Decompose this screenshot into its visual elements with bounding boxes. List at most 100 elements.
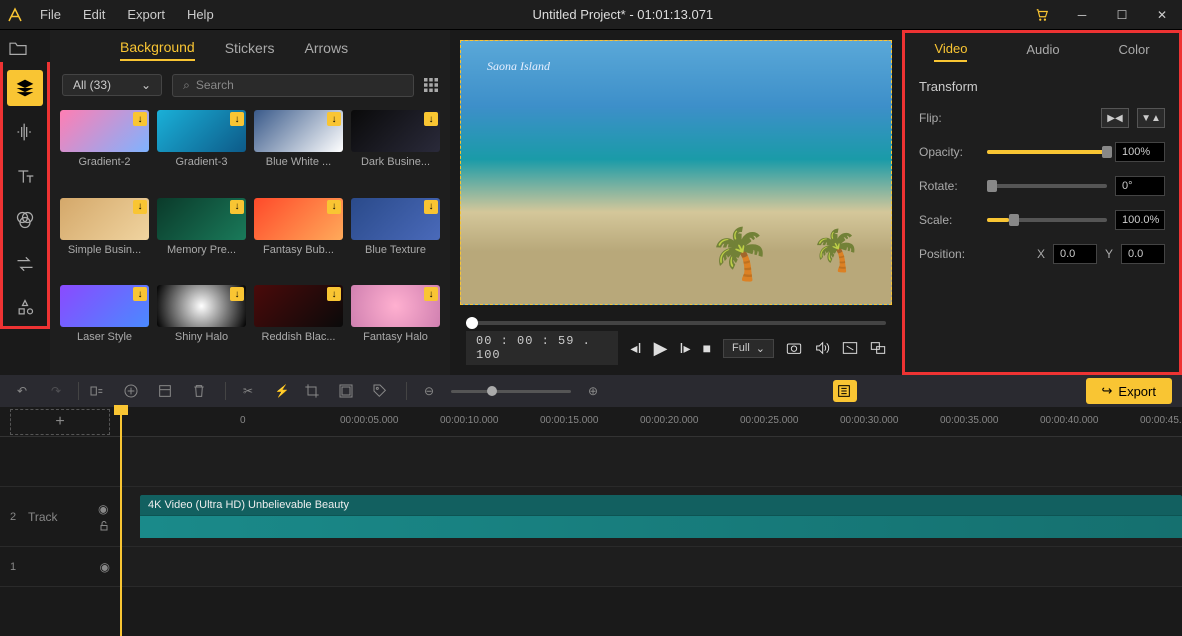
volume-icon[interactable] <box>814 341 830 355</box>
asset-item[interactable]: ↓Blue White ... <box>254 110 343 190</box>
tab-arrows[interactable]: Arrows <box>305 40 349 60</box>
ruler-tick: 00:00:15.000 <box>540 415 598 426</box>
track-content[interactable]: 4K Video (Ultra HD) Unbelievable Beauty <box>120 487 1182 546</box>
zoom-slider[interactable] <box>451 390 571 393</box>
folder-icon[interactable] <box>0 30 36 66</box>
left-rail <box>0 62 50 329</box>
prop-tab-video[interactable]: Video <box>934 41 967 62</box>
tool-settings[interactable] <box>833 380 857 402</box>
timeline-ruler[interactable]: 000:00:05.00000:00:10.00000:00:15.00000:… <box>240 407 1182 436</box>
text-icon[interactable] <box>7 158 43 194</box>
opacity-slider[interactable] <box>987 150 1107 154</box>
zoom-in-button[interactable]: ⊕ <box>581 384 605 398</box>
search-input[interactable]: ⌕ Search <box>172 74 414 97</box>
add-button[interactable] <box>123 383 147 399</box>
ruler-tick: 00:00:05.000 <box>340 415 398 426</box>
redo-button[interactable]: ↷ <box>44 384 68 398</box>
clip-label: 4K Video (Ultra HD) Unbelievable Beauty <box>140 495 1182 515</box>
asset-item[interactable]: ↓Fantasy Halo <box>351 285 440 365</box>
prop-tab-color[interactable]: Color <box>1118 42 1149 61</box>
cart-icon[interactable] <box>1022 0 1062 30</box>
undo-button[interactable]: ↶ <box>10 384 34 398</box>
maximize-button[interactable]: ☐ <box>1102 0 1142 30</box>
tool-7[interactable] <box>338 383 362 399</box>
preview-viewport[interactable]: Saona Island 🌴 🌴 <box>460 40 892 305</box>
asset-item[interactable]: ↓Blue Texture <box>351 198 440 278</box>
track-number-2: 1 <box>10 561 18 573</box>
position-x-value[interactable]: 0.0 <box>1053 244 1097 264</box>
visibility-icon[interactable]: ◉ <box>98 502 110 516</box>
asset-item[interactable]: ↓Fantasy Bub... <box>254 198 343 278</box>
crop-button[interactable] <box>304 383 328 399</box>
asset-item[interactable]: ↓Reddish Blac... <box>254 285 343 365</box>
opacity-value[interactable]: 100% <box>1115 142 1165 162</box>
preview-scrubber[interactable] <box>466 321 886 325</box>
asset-label: Blue Texture <box>351 244 440 256</box>
download-badge: ↓ <box>424 112 438 126</box>
menu-help[interactable]: Help <box>177 0 224 30</box>
menu-edit[interactable]: Edit <box>73 0 115 30</box>
audio-icon[interactable] <box>7 114 43 150</box>
asset-item[interactable]: ↓Laser Style <box>60 285 149 365</box>
flip-horizontal-button[interactable]: ▶◀ <box>1101 108 1129 128</box>
export-button[interactable]: ↪ Export <box>1086 378 1172 404</box>
cut-button[interactable]: ✂ <box>236 384 260 398</box>
next-frame-button[interactable]: Ⅰ▸ <box>679 340 690 357</box>
lock-icon[interactable] <box>98 520 110 532</box>
video-clip[interactable]: 4K Video (Ultra HD) Unbelievable Beauty <box>140 495 1182 538</box>
playhead[interactable] <box>120 407 122 636</box>
asset-item[interactable]: ↓Simple Busin... <box>60 198 149 278</box>
zoom-out-button[interactable]: ⊖ <box>417 384 441 398</box>
rotate-slider[interactable] <box>987 184 1107 188</box>
flip-vertical-button[interactable]: ▼▲ <box>1137 108 1165 128</box>
delete-button[interactable] <box>191 383 215 399</box>
track-content-empty[interactable] <box>120 437 1182 486</box>
asset-label: Gradient-2 <box>60 156 149 168</box>
download-badge: ↓ <box>327 112 341 126</box>
view-mode-select[interactable]: Full ⌄ <box>723 339 774 358</box>
stop-button[interactable]: ■ <box>703 340 711 356</box>
tool-1[interactable] <box>89 383 113 399</box>
tab-stickers[interactable]: Stickers <box>225 40 275 60</box>
snapshot-icon[interactable] <box>786 341 802 355</box>
asset-label: Dark Busine... <box>351 156 440 168</box>
minimize-button[interactable]: ─ <box>1062 0 1102 30</box>
prop-tab-audio[interactable]: Audio <box>1026 42 1059 61</box>
grid-view-icon[interactable] <box>424 78 438 92</box>
tab-background[interactable]: Background <box>120 39 195 61</box>
export-label: Export <box>1118 384 1156 399</box>
asset-item[interactable]: ↓Gradient-2 <box>60 110 149 190</box>
speed-button[interactable]: ⚡ <box>270 384 294 398</box>
transitions-icon[interactable] <box>7 246 43 282</box>
x-label: X <box>1037 247 1045 261</box>
scale-value[interactable]: 100.0% <box>1115 210 1165 230</box>
filter-dropdown[interactable]: All (33) ⌄ <box>62 74 162 96</box>
filters-icon[interactable] <box>7 202 43 238</box>
preview-caption: Saona Island <box>487 59 550 74</box>
tag-button[interactable] <box>372 383 396 399</box>
add-track-button[interactable]: + <box>10 409 110 435</box>
play-button[interactable]: ▶ <box>654 338 668 359</box>
track-content-2[interactable] <box>120 547 1182 586</box>
close-button[interactable]: ✕ <box>1142 0 1182 30</box>
asset-item[interactable]: ↓ Dark Busine... <box>351 110 440 190</box>
tool-3[interactable] <box>157 383 181 399</box>
fullscreen-icon[interactable] <box>870 341 886 355</box>
elements-icon[interactable] <box>7 290 43 326</box>
asset-item[interactable]: ↓Gradient-3 <box>157 110 246 190</box>
scrubber-handle[interactable] <box>466 317 478 329</box>
scale-slider[interactable] <box>987 218 1107 222</box>
asset-item[interactable]: ↓Memory Pre... <box>157 198 246 278</box>
position-y-value[interactable]: 0.0 <box>1121 244 1165 264</box>
menu-export[interactable]: Export <box>117 0 175 30</box>
visibility-icon[interactable]: ◉ <box>100 560 110 574</box>
export-icon: ↪ <box>1102 383 1113 399</box>
download-badge: ↓ <box>230 112 244 126</box>
menu-file[interactable]: File <box>30 0 71 30</box>
rotate-value[interactable]: 0° <box>1115 176 1165 196</box>
aspect-icon[interactable] <box>842 341 858 355</box>
download-badge: ↓ <box>327 287 341 301</box>
prev-frame-button[interactable]: ◂Ⅰ <box>630 340 641 357</box>
layers-icon[interactable] <box>7 70 43 106</box>
asset-item[interactable]: ↓Shiny Halo <box>157 285 246 365</box>
